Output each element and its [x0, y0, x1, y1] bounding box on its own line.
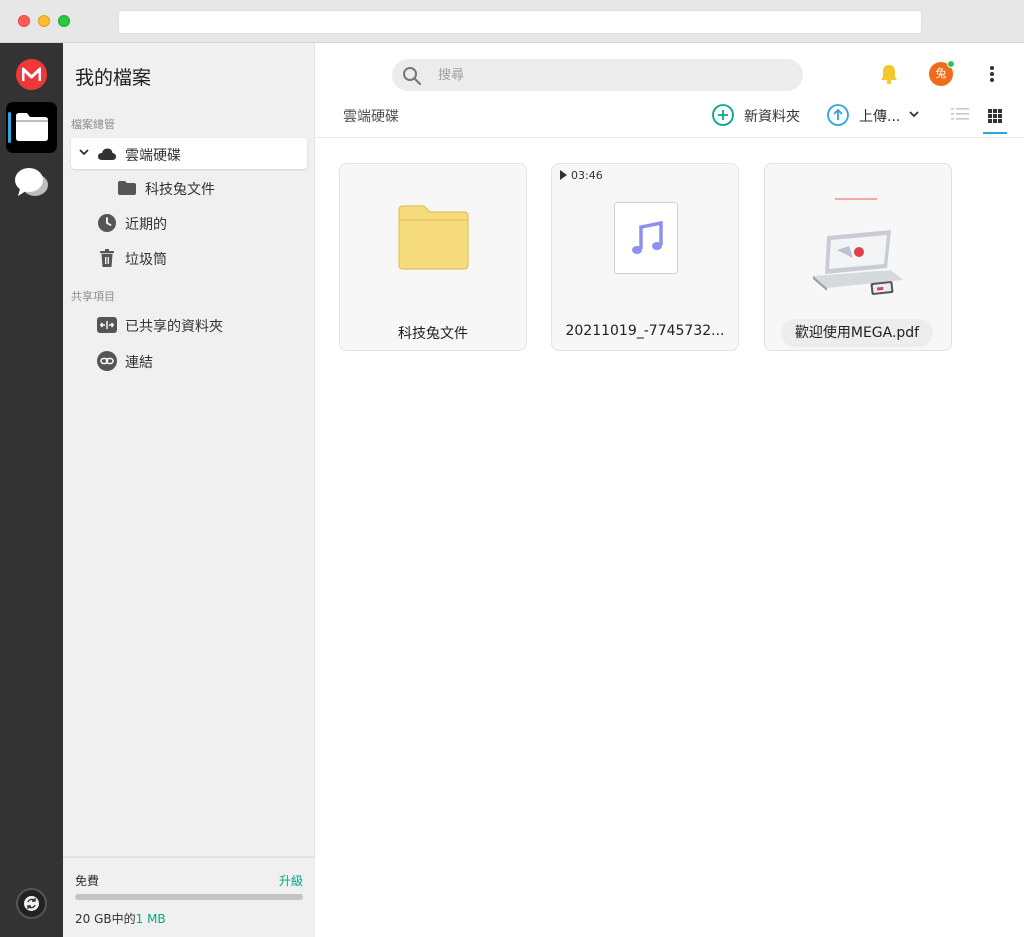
section-cloud-label: 檔案總管 — [71, 118, 115, 131]
sidebar-item-label: 垃圾筒 — [125, 252, 167, 268]
address-bar[interactable] — [118, 10, 922, 34]
section-shared-label: 共享項目 — [71, 290, 115, 303]
more-options-icon[interactable] — [985, 65, 999, 83]
notification-bell-icon[interactable] — [879, 63, 899, 85]
file-card-pdf[interactable]: 歡迎使用MEGA.pdf — [764, 163, 952, 351]
chat-icon — [15, 168, 48, 196]
sidebar-item-rubbish-bin[interactable]: 垃圾筒 — [71, 242, 307, 273]
file-name: 20211019_-7745732... — [565, 323, 725, 339]
play-icon — [560, 170, 567, 180]
sidebar-item-label: 已共享的資料夾 — [125, 319, 223, 335]
mega-logo-icon[interactable] — [16, 59, 47, 90]
new-folder-label: 新資料夾 — [744, 109, 800, 125]
sidebar-item-label: 近期的 — [125, 217, 167, 233]
sidebar-item-shared-folders[interactable]: 已共享的資料夾 — [71, 309, 307, 340]
upgrade-link[interactable]: 升級 — [279, 872, 303, 889]
breadcrumb[interactable]: 雲端硬碟 — [343, 106, 399, 126]
chevron-down-icon[interactable] — [909, 111, 919, 118]
add-circle-icon — [712, 104, 734, 126]
sidebar-item-cloud-drive[interactable]: 雲端硬碟 — [71, 138, 307, 169]
file-thumbnail — [765, 164, 951, 314]
storage-footer: 免費 升級 20 GB中的1 MB — [63, 856, 315, 937]
file-card-audio[interactable]: 03:46 20211019_-7745732... — [551, 163, 739, 351]
shared-folder-icon — [97, 317, 117, 333]
grid-view-button[interactable] — [983, 104, 1007, 134]
storage-usage-prefix: 20 GB中的 — [75, 912, 136, 926]
file-thumbnail: 03:46 — [552, 164, 738, 314]
minimize-window-button[interactable] — [38, 15, 50, 27]
list-view-icon[interactable] — [951, 106, 969, 122]
music-note-icon — [632, 220, 663, 254]
search-input[interactable] — [438, 65, 778, 85]
sidebar-item-label: 科技兔文件 — [145, 182, 215, 198]
app-rail — [0, 43, 63, 937]
upload-button[interactable]: 上傳... — [827, 102, 927, 128]
upload-label: 上傳... — [859, 109, 901, 125]
sidebar-title: 我的檔案 — [75, 67, 152, 89]
search-bar[interactable] — [392, 59, 803, 91]
file-thumbnail — [340, 164, 526, 314]
clock-icon — [98, 214, 116, 232]
storage-usage-value: 1 MB — [135, 912, 166, 926]
trash-icon — [100, 249, 114, 267]
grid-view-icon — [988, 109, 1002, 123]
rail-chat-button[interactable] — [14, 167, 50, 199]
cloud-icon — [98, 148, 116, 160]
sync-status-button[interactable] — [16, 888, 47, 919]
active-view-underline — [983, 132, 1007, 134]
avatar-initial: 兔 — [935, 67, 947, 80]
folder-icon — [118, 181, 136, 195]
folder-icon — [398, 205, 469, 270]
sidebar-item-recents[interactable]: 近期的 — [71, 207, 307, 238]
close-window-button[interactable] — [18, 15, 30, 27]
maximize-window-button[interactable] — [58, 15, 70, 27]
plan-label: 免費 — [75, 874, 100, 888]
rail-cloud-drive-button[interactable] — [6, 102, 57, 153]
active-indicator — [8, 112, 11, 143]
storage-bar — [75, 894, 303, 900]
folder-icon — [16, 113, 48, 141]
file-name: 科技兔文件 — [398, 326, 468, 342]
pdf-preview-icon — [813, 198, 903, 295]
sidebar: 我的檔案 檔案總管 雲端硬碟 科技兔文件 近期的 垃圾筒 共享項目 已共享的資料… — [63, 43, 315, 937]
link-icon — [97, 351, 117, 371]
online-status-dot — [947, 60, 955, 68]
storage-usage: 20 GB中的1 MB — [75, 910, 166, 927]
chevron-down-icon[interactable] — [79, 149, 89, 156]
search-icon — [403, 67, 422, 86]
duration-text: 03:46 — [571, 169, 603, 182]
upload-circle-icon — [827, 104, 849, 126]
audio-duration: 03:46 — [560, 169, 603, 182]
window-titlebar — [0, 0, 1024, 43]
file-name: 歡迎使用MEGA.pdf — [781, 319, 933, 347]
toolbar: 雲端硬碟 新資料夾 上傳... — [315, 98, 1024, 138]
sidebar-item-label: 雲端硬碟 — [125, 148, 181, 164]
sidebar-item-label: 連結 — [125, 355, 153, 371]
main-content: 兔 雲端硬碟 新資料夾 上傳... — [315, 43, 1024, 937]
audio-file-icon — [614, 202, 678, 274]
sidebar-item-links[interactable]: 連結 — [71, 345, 307, 376]
sidebar-item-tech-rabbit-folder[interactable]: 科技兔文件 — [71, 172, 307, 203]
sync-icon — [24, 896, 39, 911]
file-card-folder[interactable]: 科技兔文件 — [339, 163, 527, 351]
avatar[interactable]: 兔 — [929, 60, 955, 86]
